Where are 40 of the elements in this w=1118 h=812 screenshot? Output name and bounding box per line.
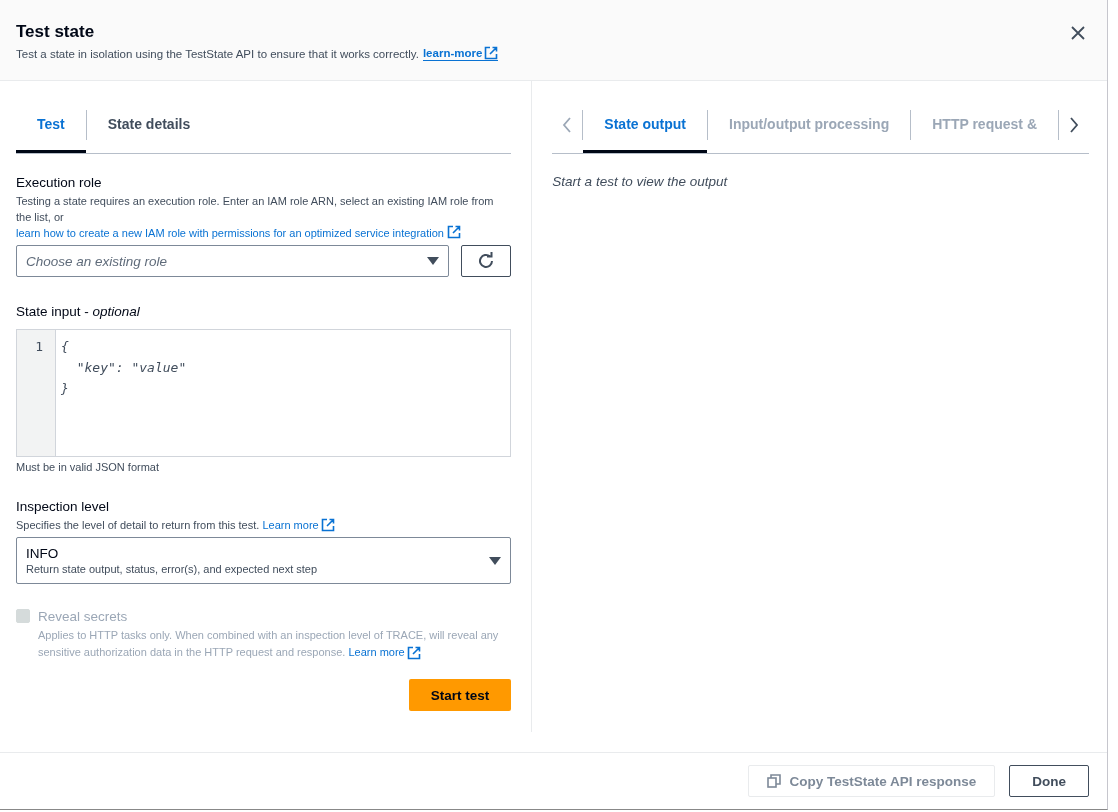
external-link-icon <box>320 518 335 532</box>
close-button[interactable] <box>1069 24 1087 42</box>
done-button[interactable]: Done <box>1009 765 1089 797</box>
link[interactable]: learn-more <box>422 46 499 61</box>
role-select[interactable]: Choose an existing role <box>16 245 450 277</box>
external-link-icon <box>484 46 499 60</box>
code-line: } <box>61 380 70 398</box>
tab[interactable]: State output <box>583 97 707 153</box>
line-number: 1 <box>34 338 44 356</box>
external-link-icon <box>447 225 462 239</box>
field-description: Testing a state requires an execution role. Enter an IAM role ARN, select an existing IAM role from the list, or <box>16 194 495 225</box>
copy-icon <box>767 774 782 788</box>
tab[interactable]: State details <box>86 97 212 153</box>
field-label: Execution role <box>16 174 103 192</box>
output-message: Start a test to view the output <box>552 174 729 189</box>
field-label: State input - optional <box>16 303 141 321</box>
refresh-button[interactable] <box>461 245 512 277</box>
chevron-right-icon <box>1069 117 1079 133</box>
level-select[interactable]: INFO Return state output, status, error(s), and expected next step <box>16 537 512 584</box>
close-icon <box>1071 26 1085 40</box>
link[interactable]: Learn more <box>262 517 335 533</box>
refresh-icon <box>477 252 496 270</box>
checkbox-description: Applies to HTTP tasks only. When combined with an inspection level of TRACE, will reveal any sensitive authorization data in the HTTP request and response. Learn more <box>38 627 512 661</box>
start-test-button[interactable]: Start test <box>408 679 512 711</box>
field-label: Inspection level <box>16 498 111 516</box>
field-description: Specifies the level of detail to return from this test. Learn more <box>16 517 512 533</box>
caret-down-icon <box>489 556 502 565</box>
external-link-icon <box>406 645 421 660</box>
chevron-left-icon <box>562 117 573 133</box>
dialog-description: Test a state in isolation using the TestState API to ensure that it works correctly. <box>16 47 419 60</box>
field-hint: Must be in valid JSON format <box>16 461 161 473</box>
code-line: "key": "value" <box>75 359 187 377</box>
link[interactable]: learn how to create a new IAM role with permissions for an optimized service integration <box>16 225 512 241</box>
checkbox-label: Reveal secrets <box>38 608 129 625</box>
code-line: { <box>61 338 70 356</box>
code-editor[interactable]: 1 { "key": "value" } <box>16 329 512 457</box>
select-value: INFO <box>26 546 60 561</box>
caret-down-icon <box>427 257 440 265</box>
dialog-title: Test state <box>16 21 96 43</box>
option-description: Return state output, status, error(s), and expected next step <box>26 563 318 575</box>
